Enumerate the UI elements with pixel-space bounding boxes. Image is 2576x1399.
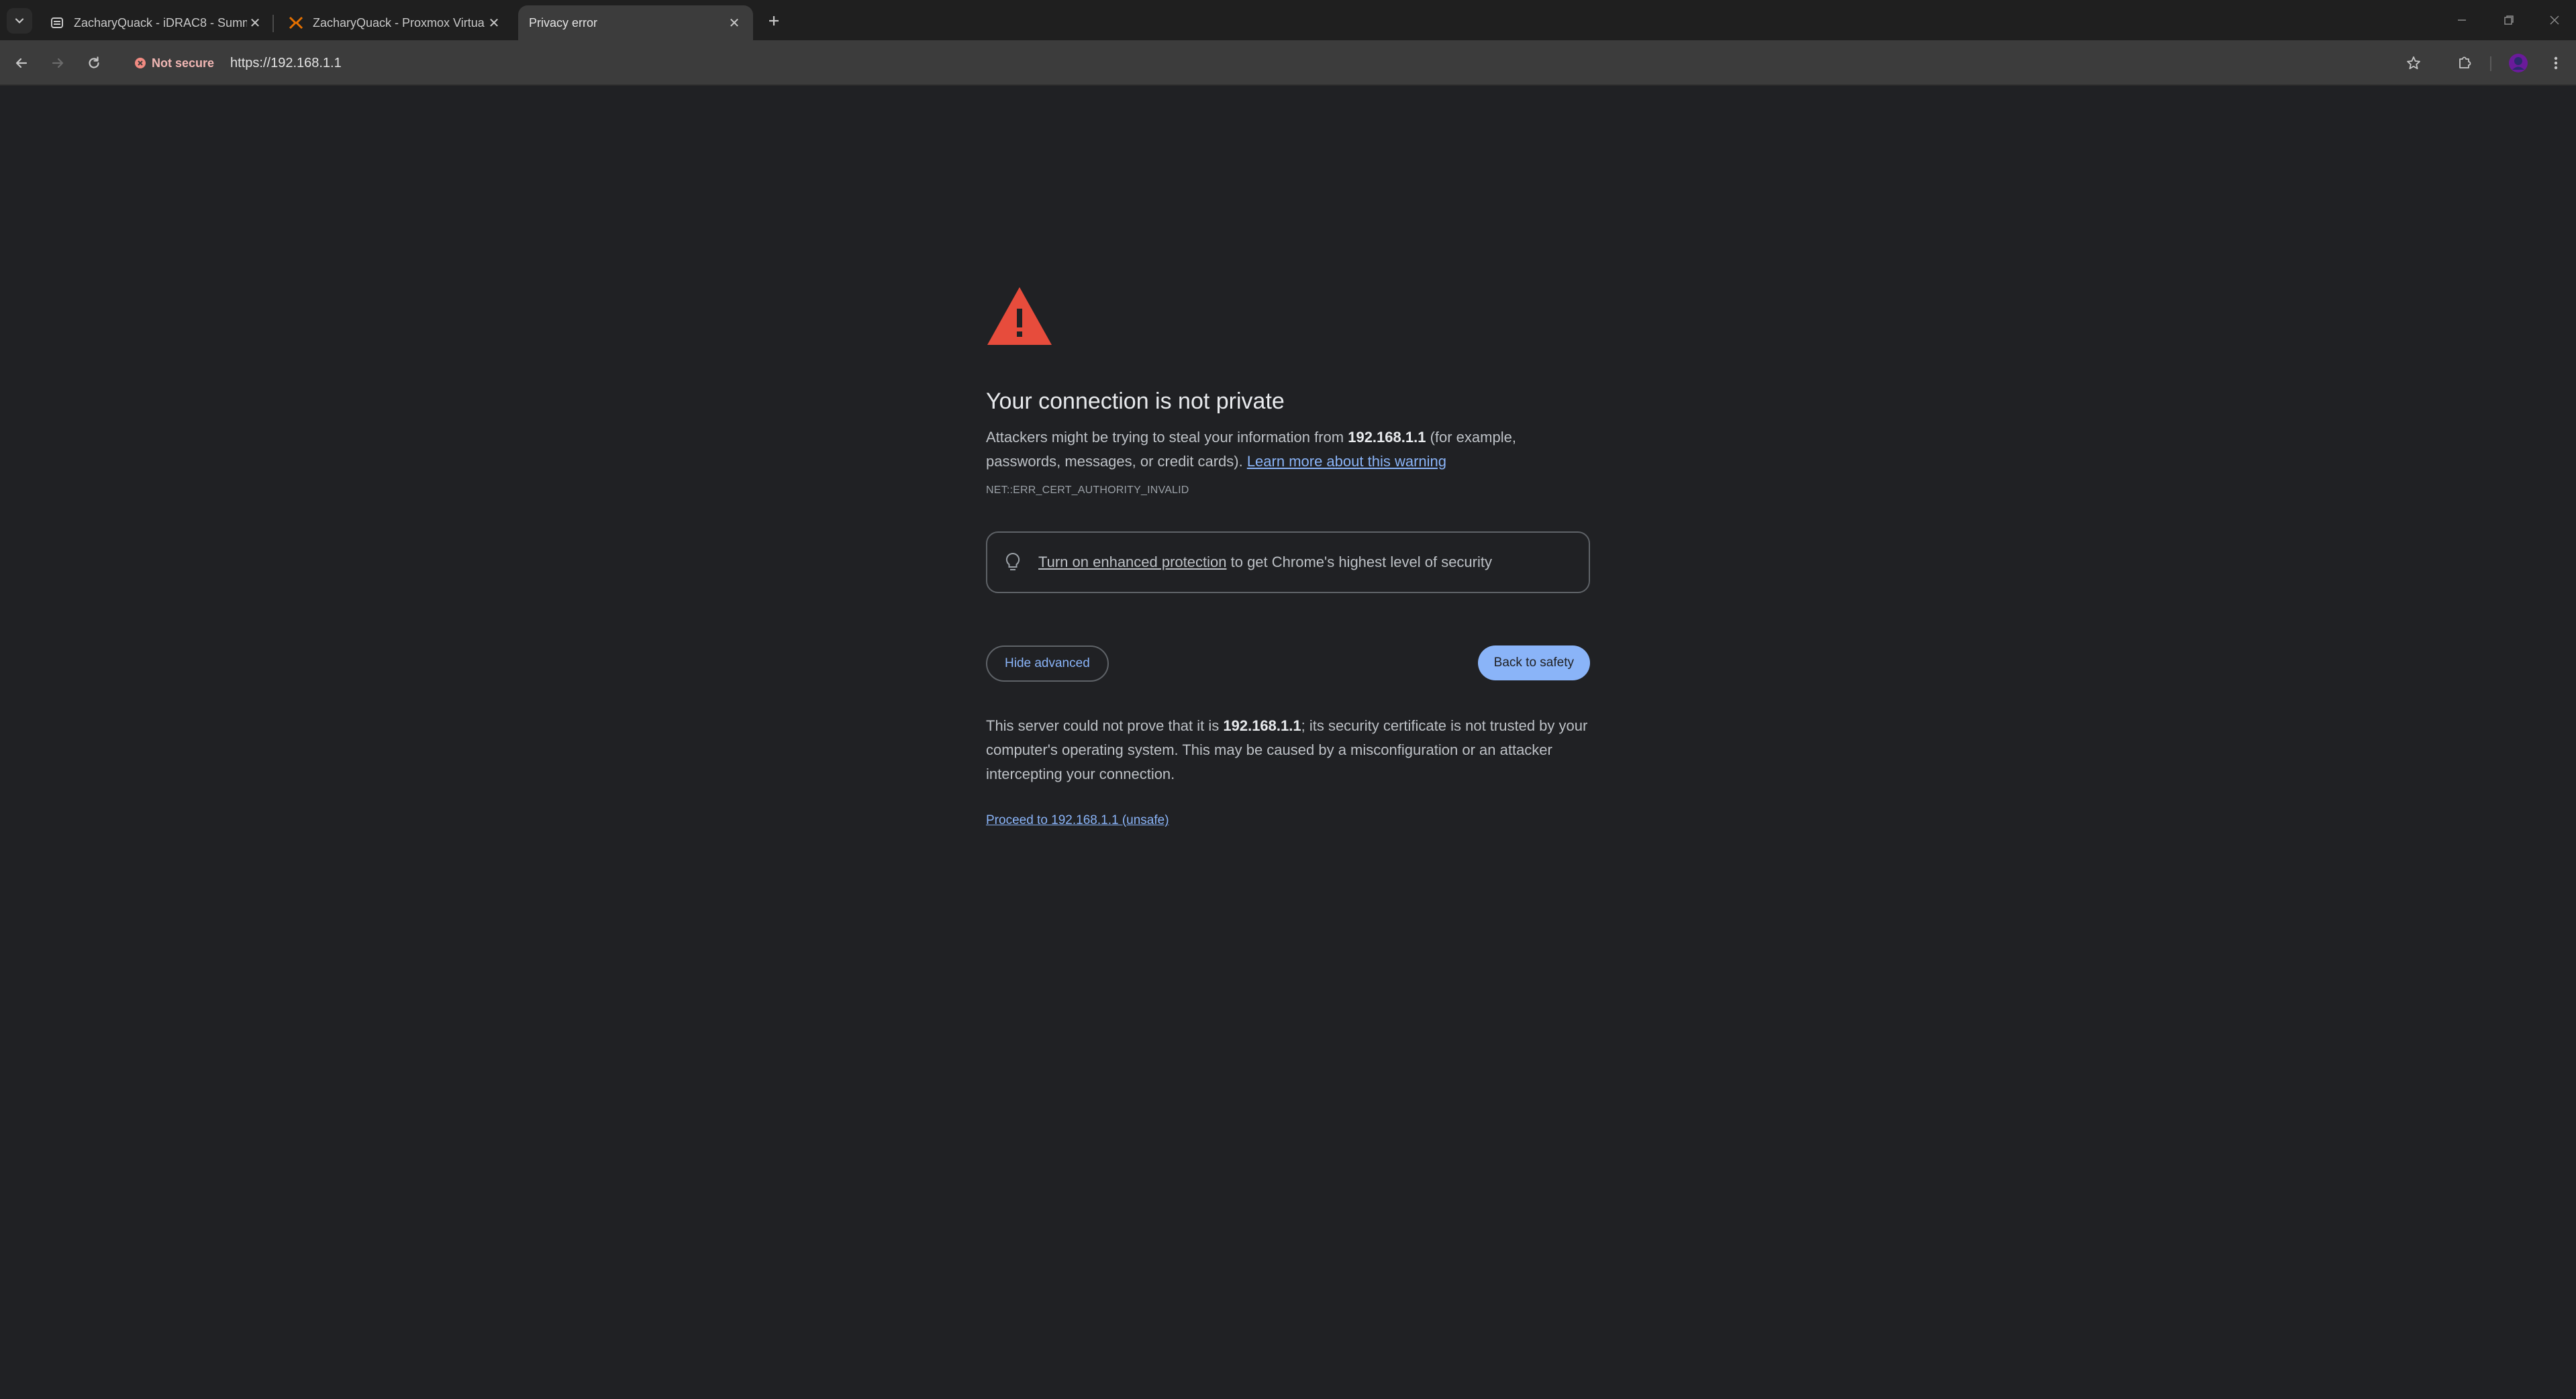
arrow-right-icon [52, 58, 64, 68]
enhanced-protection-rest: to get Chrome's highest level of securit… [1226, 554, 1492, 570]
tab-divider [273, 15, 274, 32]
main-message: Attackers might be trying to steal your … [986, 425, 1590, 474]
star-icon [2407, 56, 2420, 70]
restore-icon [2504, 15, 2514, 25]
extensions-button[interactable] [2453, 51, 2477, 75]
warning-circle-icon [135, 58, 146, 68]
tab-strip: ZacharyQuack - iDRAC8 - Summ ✕ ZacharyQu… [0, 0, 2576, 40]
tab-title: ZacharyQuack - Proxmox Virtua [313, 15, 485, 30]
minimize-button[interactable] [2442, 7, 2482, 34]
enhanced-protection-link[interactable]: Turn on enhanced protection [1038, 554, 1227, 570]
close-tab-icon[interactable]: ✕ [247, 15, 263, 31]
tab-proxmox[interactable]: ZacharyQuack - Proxmox Virtua ✕ [278, 5, 513, 40]
bookmark-button[interactable] [2401, 51, 2426, 75]
url-text[interactable]: https://192.168.1.1 [230, 56, 342, 71]
puzzle-icon [2459, 56, 2471, 68]
security-chip-label: Not secure [152, 56, 215, 70]
enhanced-protection-text: Turn on enhanced protection to get Chrom… [1038, 554, 1492, 571]
proceed-paragraph: Proceed to 192.168.1.1 (unsafe) [986, 813, 1590, 828]
details-message: This server could not prove that it is 1… [986, 714, 1590, 786]
tab-privacy-error[interactable]: Privacy error ✕ [518, 5, 753, 40]
new-tab-button[interactable] [762, 9, 785, 32]
tab-idrac[interactable]: ZacharyQuack - iDRAC8 - Summ ✕ [39, 5, 274, 40]
warning-triangle-icon [987, 287, 1052, 345]
arrow-left-icon [15, 58, 28, 68]
reload-icon [89, 56, 99, 68]
tab-search-button[interactable] [7, 8, 32, 34]
details-text: This server could not prove that it is [986, 717, 1224, 734]
close-tab-icon[interactable]: ✕ [486, 15, 502, 31]
close-window-button[interactable] [2534, 7, 2575, 34]
forward-button[interactable] [46, 51, 70, 75]
profile-button[interactable] [2506, 51, 2530, 75]
back-button[interactable] [9, 51, 34, 75]
hide-advanced-button[interactable]: Hide advanced [986, 645, 1109, 682]
address-bar[interactable]: Not secure https://192.168.1.1 [126, 47, 2388, 79]
learn-more-link[interactable]: Learn more about this warning [1247, 453, 1446, 470]
lightbulb-icon [1005, 552, 1020, 570]
enhanced-protection-box: Turn on enhanced protection to get Chrom… [986, 531, 1590, 593]
chevron-down-icon [15, 18, 24, 24]
server-icon [50, 15, 64, 30]
button-row: Hide advanced Back to safety [986, 645, 1590, 682]
details-host: 192.168.1.1 [1223, 717, 1301, 734]
tab-title: ZacharyQuack - iDRAC8 - Summ [74, 15, 247, 30]
plus-icon [769, 16, 779, 25]
reload-button[interactable] [82, 51, 106, 75]
restore-button[interactable] [2489, 7, 2529, 34]
back-to-safety-button[interactable]: Back to safety [1477, 645, 1590, 680]
privacy-error-page: Your connection is not private Attackers… [986, 286, 1590, 828]
more-vert-icon [2554, 56, 2558, 70]
host-name: 192.168.1.1 [1348, 429, 1426, 446]
proceed-unsafe-link[interactable]: Proceed to 192.168.1.1 (unsafe) [986, 813, 1169, 827]
minimize-icon [2458, 19, 2466, 21]
message-text: Attackers might be trying to steal your … [986, 429, 1348, 446]
toolbar: Not secure https://192.168.1.1 [0, 40, 2576, 86]
toolbar-divider [2490, 56, 2491, 71]
menu-button[interactable] [2544, 51, 2568, 75]
close-icon [2550, 15, 2559, 25]
close-tab-icon[interactable]: ✕ [726, 15, 742, 31]
tab-title: Privacy error [529, 15, 598, 30]
proxmox-icon [289, 15, 303, 30]
security-chip[interactable]: Not secure [126, 52, 221, 74]
avatar [2509, 54, 2528, 72]
page-title: Your connection is not private [986, 388, 1285, 414]
error-code: NET::ERR_CERT_AUTHORITY_INVALID [986, 484, 1189, 496]
